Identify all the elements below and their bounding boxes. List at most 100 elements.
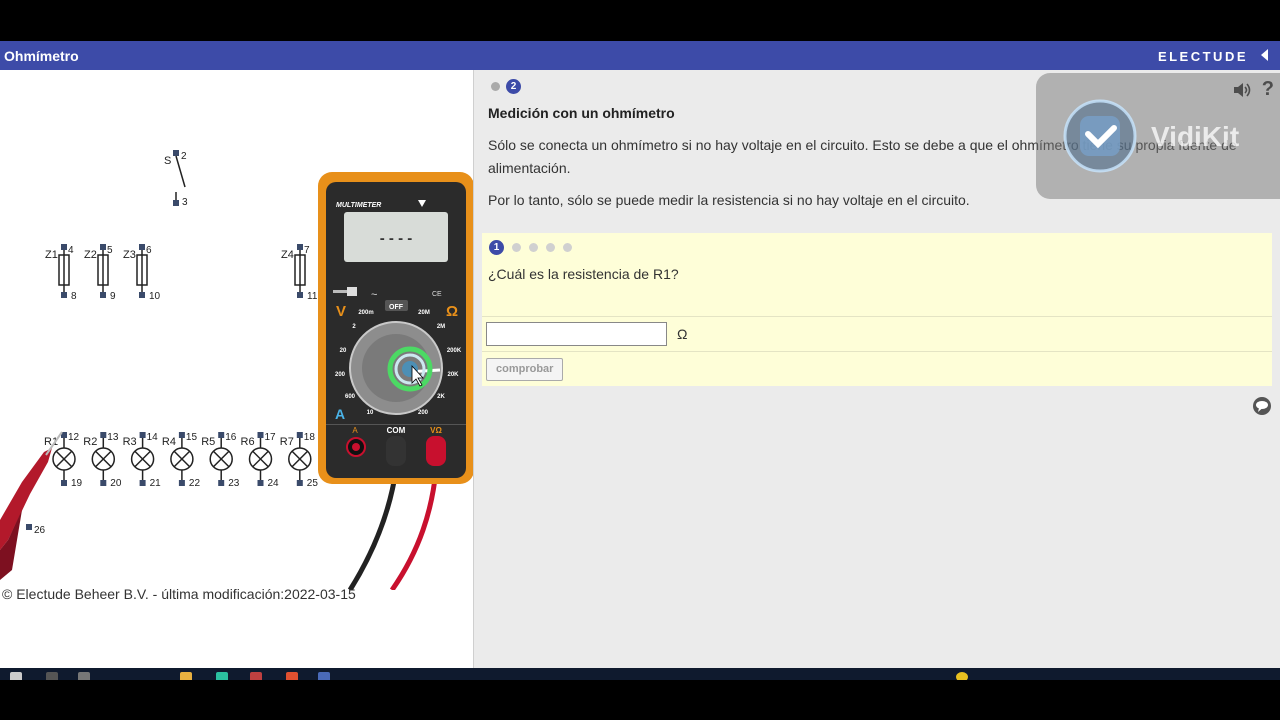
check-button[interactable]: comprobar — [486, 358, 564, 381]
pin-label: 20 — [110, 478, 122, 489]
dial-range-label: 200K — [447, 348, 462, 354]
lamp-label: R2 — [83, 436, 97, 448]
pin-label: 16 — [225, 432, 237, 443]
switch-s[interactable]: S 2 3 — [164, 150, 188, 208]
divider — [482, 316, 1272, 317]
step-dot[interactable] — [491, 82, 500, 91]
com-jack-plug[interactable] — [386, 436, 406, 466]
lamp-r4[interactable]: R4 15 22 — [162, 432, 201, 489]
question-step-indicator: 1 — [489, 240, 572, 255]
pin-label: 7 — [304, 245, 310, 256]
pin-label: 26 — [34, 525, 46, 536]
ground-terminal[interactable] — [26, 524, 32, 530]
pin-label: 6 — [146, 245, 152, 256]
pin-label: 4 — [68, 245, 74, 256]
search-icon[interactable] — [46, 672, 58, 680]
fuse-z3[interactable]: Z3 6 10 — [123, 244, 161, 302]
dial-range-label: 2K — [437, 394, 445, 400]
black-probe-cable — [347, 469, 399, 590]
folder-icon[interactable] — [180, 672, 192, 680]
weather-icon[interactable] — [956, 672, 968, 680]
pin-label: 21 — [150, 478, 162, 489]
divider — [482, 351, 1272, 352]
pin-label: 14 — [147, 432, 159, 443]
app-icon[interactable] — [250, 672, 262, 680]
dial-range-label: 20M — [418, 310, 430, 316]
pin-label: 12 — [68, 432, 80, 443]
pin-label: 9 — [110, 291, 116, 302]
pin-label: 13 — [107, 432, 119, 443]
lamp-r1[interactable]: R1 1219 — [44, 432, 83, 489]
pin-label: 2 — [181, 151, 187, 162]
app-title: Ohmímetro — [4, 48, 79, 64]
lamp-r6[interactable]: R6 17 24 — [241, 432, 280, 489]
video-watermark: VidiKit — [1036, 73, 1280, 199]
question-step-dot[interactable] — [529, 243, 538, 252]
lesson-panel: 2 ? Medición con un ohmímetro Sólo se co… — [474, 70, 1280, 668]
fuse-label: Z1 — [45, 249, 58, 261]
task-view-icon[interactable] — [78, 672, 90, 680]
lamp-r3[interactable]: R3 14 21 — [123, 432, 162, 489]
display-reading: - - - - — [380, 230, 412, 247]
letterbox-top — [0, 0, 1280, 41]
question-step-dot[interactable] — [512, 243, 521, 252]
fuse-label: Z3 — [123, 249, 136, 261]
pin-label: 15 — [186, 432, 198, 443]
dial-range-label: 200m — [358, 310, 373, 316]
ohm-label: Ω — [446, 303, 458, 320]
os-taskbar — [0, 668, 1280, 680]
app-icon[interactable] — [286, 672, 298, 680]
lamp-label: R7 — [280, 436, 294, 448]
pin-label: 23 — [228, 478, 240, 489]
dial-range-label: 10 — [367, 410, 374, 416]
lamp-r5[interactable]: R5 16 23 — [201, 432, 240, 489]
lamp-label: R3 — [123, 436, 137, 448]
lamp-label: R6 — [241, 436, 255, 448]
pin-label: 5 — [107, 245, 113, 256]
lamp-r7[interactable]: R7 18 25 — [280, 432, 319, 489]
voltage-label: V — [336, 303, 346, 320]
amp-label: A — [335, 406, 345, 422]
pin-label: 25 — [307, 478, 319, 489]
pin-label: 22 — [189, 478, 201, 489]
fuse-z4[interactable]: Z4 7 11 — [281, 244, 318, 302]
chevron-left-icon[interactable] — [1258, 48, 1272, 62]
pin-label: 19 — [71, 478, 83, 489]
dial-range-label: 200 — [418, 410, 429, 416]
pin-label: 17 — [265, 432, 277, 443]
lamp-r2[interactable]: R2 13 20 — [83, 432, 122, 489]
question-box: 1 ¿Cuál es la resistencia de R1? Ω compr… — [482, 233, 1272, 386]
resistance-answer-input[interactable] — [486, 322, 667, 346]
vidikit-logo-icon — [1063, 99, 1137, 173]
multimeter-brand: MULTIMETER — [336, 202, 381, 209]
svg-text:~: ~ — [371, 289, 377, 301]
dial-range-label: 20K — [447, 372, 459, 378]
lamp-label: R5 — [201, 436, 215, 448]
dial-range-label: 200 — [335, 372, 346, 378]
red-probe-cable — [389, 469, 439, 590]
pin-label: 8 — [71, 291, 77, 302]
circuit-diagram: S 2 3 Z1 48Z2 59Z3 610Z4 711 R1 1219R2 1320R3 1… — [0, 150, 473, 590]
comment-icon[interactable] — [1252, 396, 1272, 416]
app-icon[interactable] — [318, 672, 330, 680]
pin-label: 24 — [268, 478, 280, 489]
multimeter[interactable]: MULTIMETER - - - - ~ CE V Ω OFF 200m2202… — [318, 172, 473, 484]
pin-label: 3 — [182, 197, 188, 208]
watermark-text: VidiKit — [1151, 121, 1240, 152]
off-label: OFF — [389, 304, 404, 311]
question-step-dot[interactable] — [546, 243, 555, 252]
vohm-jack-plug[interactable] — [426, 436, 446, 466]
question-step-current[interactable]: 1 — [489, 240, 504, 255]
fuse-z2[interactable]: Z2 5 9 — [84, 244, 116, 302]
start-icon[interactable] — [10, 672, 22, 680]
brand-logo: ELECTUDE — [1157, 49, 1248, 64]
red-probe-tip[interactable] — [0, 431, 63, 580]
question-step-dot[interactable] — [563, 243, 572, 252]
step-current[interactable]: 2 — [506, 79, 521, 94]
fuse-z1[interactable]: Z1 4 8 — [45, 244, 77, 302]
app-icon[interactable] — [216, 672, 228, 680]
pin-label: 18 — [304, 432, 316, 443]
svg-text:CE: CE — [432, 291, 442, 298]
lesson-step-indicator: 2 — [491, 79, 521, 94]
amp-jack-label: A — [352, 426, 358, 435]
